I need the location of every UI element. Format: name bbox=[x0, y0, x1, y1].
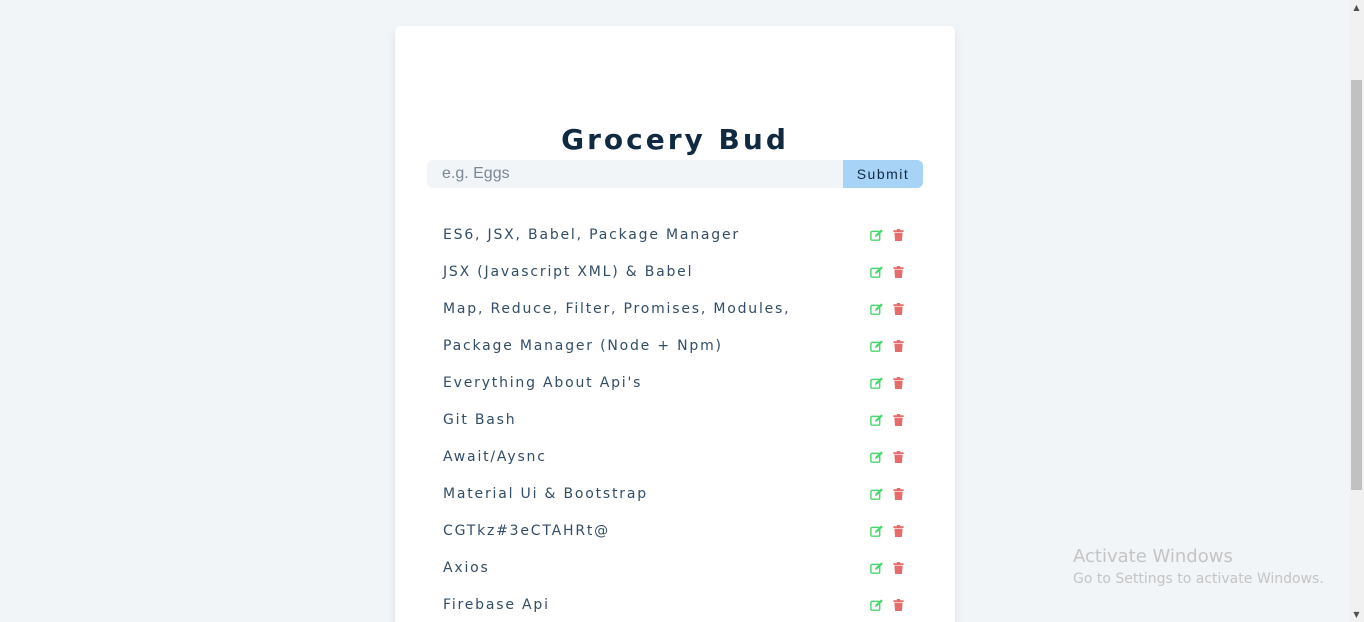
list-item-title: Package Manager (Node + Npm) bbox=[443, 337, 723, 354]
vertical-scrollbar[interactable]: ▲ ▼ bbox=[1349, 0, 1364, 622]
edit-icon bbox=[869, 413, 883, 426]
trash-icon bbox=[892, 265, 904, 278]
list-item-title: Everything About Api's bbox=[443, 374, 643, 391]
edit-button[interactable] bbox=[869, 302, 883, 315]
edit-icon bbox=[869, 228, 883, 241]
submit-button[interactable]: Submit bbox=[843, 160, 923, 188]
watermark-subtitle: Go to Settings to activate Windows. bbox=[1073, 571, 1324, 587]
delete-button[interactable] bbox=[891, 487, 905, 500]
delete-button[interactable] bbox=[891, 228, 905, 241]
grocery-card: Grocery Bud Submit ES6, JSX, Babel, Pack… bbox=[395, 26, 955, 622]
delete-button[interactable] bbox=[891, 265, 905, 278]
page: Grocery Bud Submit ES6, JSX, Babel, Pack… bbox=[0, 0, 1364, 622]
list-item: Axios bbox=[427, 549, 923, 586]
trash-icon bbox=[892, 302, 904, 315]
list-item-title: CGTkz#3eCTAHRt@ bbox=[443, 522, 610, 539]
item-input[interactable] bbox=[427, 160, 843, 188]
list-item-actions bbox=[869, 487, 905, 500]
page-title: Grocery Bud bbox=[561, 123, 789, 156]
trash-icon bbox=[892, 228, 904, 241]
edit-button[interactable] bbox=[869, 265, 883, 278]
trash-icon bbox=[892, 413, 904, 426]
list-item-actions bbox=[869, 228, 905, 241]
delete-button[interactable] bbox=[891, 561, 905, 574]
list-item-title: Git Bash bbox=[443, 411, 517, 428]
list-item-title: ES6, JSX, Babel, Package Manager bbox=[443, 226, 740, 243]
edit-icon bbox=[869, 487, 883, 500]
list-item-title: Map, Reduce, Filter, Promises, Modules, bbox=[443, 300, 791, 317]
edit-button[interactable] bbox=[869, 524, 883, 537]
list-item: CGTkz#3eCTAHRt@ bbox=[427, 512, 923, 549]
trash-icon bbox=[892, 598, 904, 611]
list-item-actions bbox=[869, 376, 905, 389]
trash-icon bbox=[892, 487, 904, 500]
grocery-form: Submit bbox=[427, 160, 923, 188]
list-item-title: Await/Aysnc bbox=[443, 448, 547, 465]
list-item-actions bbox=[869, 265, 905, 278]
edit-button[interactable] bbox=[869, 598, 883, 611]
trash-icon bbox=[892, 450, 904, 463]
trash-icon bbox=[892, 339, 904, 352]
list-item: JSX (Javascript XML) & Babel bbox=[427, 253, 923, 290]
list-item-title: JSX (Javascript XML) & Babel bbox=[443, 263, 694, 280]
scroll-down-arrow-icon[interactable]: ▼ bbox=[1349, 607, 1364, 622]
edit-icon bbox=[869, 561, 883, 574]
delete-button[interactable] bbox=[891, 413, 905, 426]
list-item: Everything About Api's bbox=[427, 364, 923, 401]
edit-icon bbox=[869, 524, 883, 537]
list-item: Package Manager (Node + Npm) bbox=[427, 327, 923, 364]
list-item: Map, Reduce, Filter, Promises, Modules, bbox=[427, 290, 923, 327]
delete-button[interactable] bbox=[891, 302, 905, 315]
trash-icon bbox=[892, 561, 904, 574]
edit-button[interactable] bbox=[869, 413, 883, 426]
edit-icon bbox=[869, 598, 883, 611]
edit-icon bbox=[869, 302, 883, 315]
list-item: ES6, JSX, Babel, Package Manager bbox=[427, 216, 923, 253]
list-item: Git Bash bbox=[427, 401, 923, 438]
list-item: Await/Aysnc bbox=[427, 438, 923, 475]
list-item: Firebase Api bbox=[427, 586, 923, 622]
edit-button[interactable] bbox=[869, 450, 883, 463]
list-item-actions bbox=[869, 302, 905, 315]
edit-button[interactable] bbox=[869, 376, 883, 389]
scrollbar-thumb[interactable] bbox=[1351, 80, 1362, 490]
delete-button[interactable] bbox=[891, 598, 905, 611]
list-item-actions bbox=[869, 561, 905, 574]
list-item-actions bbox=[869, 339, 905, 352]
edit-icon bbox=[869, 450, 883, 463]
list-item: Material Ui & Bootstrap bbox=[427, 475, 923, 512]
edit-button[interactable] bbox=[869, 487, 883, 500]
watermark-title: Activate Windows bbox=[1073, 546, 1233, 567]
edit-icon bbox=[869, 265, 883, 278]
windows-activation-watermark: Activate Windows Go to Settings to activ… bbox=[1073, 546, 1324, 589]
edit-icon bbox=[869, 339, 883, 352]
edit-button[interactable] bbox=[869, 228, 883, 241]
list-item-actions bbox=[869, 450, 905, 463]
edit-icon bbox=[869, 376, 883, 389]
trash-icon bbox=[892, 376, 904, 389]
edit-button[interactable] bbox=[869, 561, 883, 574]
delete-button[interactable] bbox=[891, 376, 905, 389]
trash-icon bbox=[892, 524, 904, 537]
edit-button[interactable] bbox=[869, 339, 883, 352]
list-item-title: Firebase Api bbox=[443, 596, 550, 613]
list-item-title: Material Ui & Bootstrap bbox=[443, 485, 648, 502]
list-item-title: Axios bbox=[443, 559, 490, 576]
delete-button[interactable] bbox=[891, 450, 905, 463]
scroll-up-arrow-icon[interactable]: ▲ bbox=[1349, 0, 1364, 15]
delete-button[interactable] bbox=[891, 339, 905, 352]
list-item-actions bbox=[869, 413, 905, 426]
delete-button[interactable] bbox=[891, 524, 905, 537]
list-item-actions bbox=[869, 524, 905, 537]
list-item-actions bbox=[869, 598, 905, 611]
